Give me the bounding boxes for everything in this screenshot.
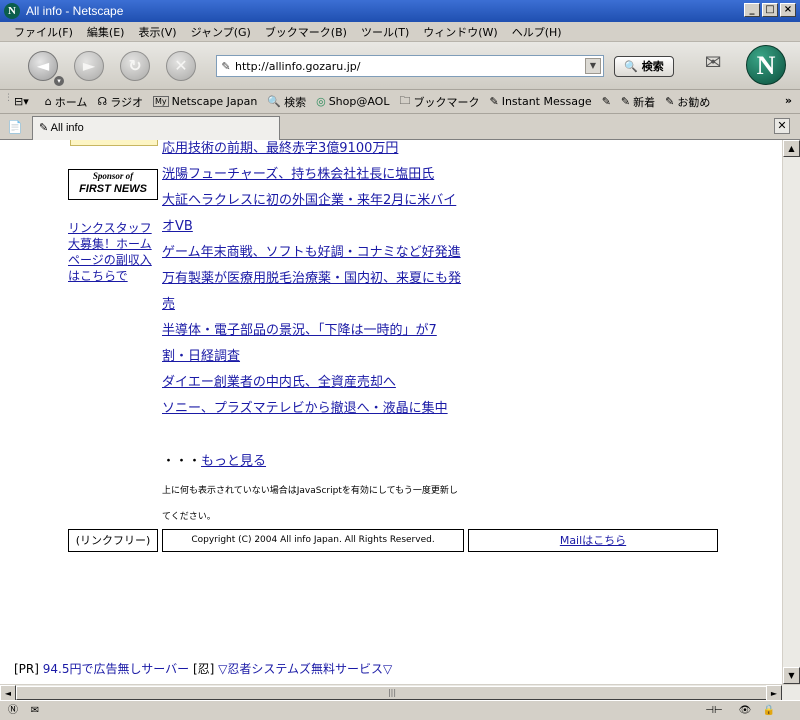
home-icon: ⌂ xyxy=(44,95,52,108)
back-history-dropdown[interactable]: ▾ xyxy=(54,76,64,86)
bookmark-unnamed[interactable]: ✎ xyxy=(602,95,611,108)
scroll-up-button[interactable]: ▲ xyxy=(783,140,800,157)
news-link[interactable]: ダイエー創業者の中内氏、全資産売却へ xyxy=(162,370,462,396)
toolbar-overflow-chevron[interactable]: » xyxy=(785,94,792,107)
bookmark-new[interactable]: ✎ 新着 xyxy=(621,94,655,110)
maximize-button[interactable]: □ xyxy=(762,3,778,17)
news-link[interactable]: 洸陽フューチャーズ、持ち株会社社長に塩田氏 xyxy=(162,162,462,188)
toolbar-grip-icon[interactable]: ⋮ xyxy=(4,93,14,111)
more-row: ・・・もっと見る xyxy=(162,454,267,469)
news-link[interactable]: 大証ヘラクレスに初の外国企業・来年2月に米バイオVB xyxy=(162,188,462,240)
window-title: All info - Netscape xyxy=(26,4,124,18)
window-controls: _ □ × xyxy=(744,3,796,17)
reload-button[interactable]: ↻ xyxy=(120,51,150,81)
tab-all-info[interactable]: ✎ All info xyxy=(32,116,280,140)
bookmark-netscape-japan[interactable]: My Netscape Japan xyxy=(152,95,257,108)
forward-arrow-icon: ► xyxy=(82,56,96,75)
stop-button[interactable]: ✕ xyxy=(166,51,196,81)
forward-button[interactable]: ► xyxy=(74,51,104,81)
page-proxy-icon: ✎ xyxy=(221,59,231,73)
pr-ad-line: [PR] 94.5円で広告無しサーバー [忍] ▽忍者システムズ無料サービス▽ xyxy=(14,662,393,676)
bookmark-icon: ✎ xyxy=(601,95,611,108)
personal-toolbar: ⋮ ⊟▾ ⌂ ホーム ☊ ラジオ My Netscape Japan 🔍 検索 … xyxy=(0,90,800,114)
bookmark-icon: ✎ xyxy=(489,95,499,108)
folder-icon: 🗀 xyxy=(399,94,411,107)
stop-icon: ✕ xyxy=(174,56,188,75)
url-bar: ✎ ▼ xyxy=(216,55,604,77)
scroll-right-button[interactable]: ► xyxy=(766,685,782,701)
bookmark-search[interactable]: 🔍 検索 xyxy=(267,94,306,110)
search-button[interactable]: 🔍 検索 xyxy=(614,56,674,77)
connection-icon: ⊣⊢ xyxy=(705,705,723,716)
minimize-button[interactable]: _ xyxy=(744,3,760,17)
my-netscape-icon: My xyxy=(152,96,169,107)
javascript-note: 上に何も表示されていない場合はJavaScriptを有効にしてもう一度更新してく… xyxy=(162,486,458,522)
mail-link[interactable]: Mailはこちら xyxy=(468,529,718,552)
news-link[interactable]: ソニー、プラズマテレビから撤退へ・液晶に集中 xyxy=(162,396,462,422)
more-link[interactable]: もっと見る xyxy=(201,454,266,469)
page-content: Sponsor of FIRST NEWS リンクスタッフ大募集！ホームページの… xyxy=(0,140,782,684)
url-history-dropdown[interactable]: ▼ xyxy=(585,58,601,74)
search-icon: 🔍 xyxy=(267,95,282,108)
pr-server-ad-link[interactable]: 94.5円で広告無しサーバー xyxy=(43,662,189,676)
banner-fragment xyxy=(70,140,158,146)
component-bar-icon[interactable]: ✉ xyxy=(26,703,44,719)
news-link[interactable]: 万有製薬が医療用脱毛治療薬・国内初、来夏にも発売 xyxy=(162,266,462,318)
menu-edit[interactable]: 編集(E) xyxy=(87,24,125,40)
bookmark-icon: ✎ xyxy=(620,95,631,108)
tab-list-button[interactable]: ⊟▾ xyxy=(14,95,29,108)
headphones-icon: ☊ xyxy=(97,95,108,108)
close-tab-button[interactable]: ✕ xyxy=(774,118,790,134)
mail-icon[interactable]: ✉ xyxy=(698,50,728,76)
menu-file[interactable]: ファイル(F) xyxy=(14,24,73,40)
bookmark-radio[interactable]: ☊ ラジオ xyxy=(97,94,143,110)
shop-icon: ◎ xyxy=(316,95,326,108)
search-icon: 🔍 xyxy=(624,60,638,73)
horizontal-scroll-thumb[interactable]: ||| xyxy=(16,686,768,700)
bookmark-shop-aol[interactable]: ◎ Shop@AOL xyxy=(316,95,389,108)
netscape-icon: N xyxy=(4,3,20,19)
menu-bar: ファイル(F) 編集(E) 表示(V) ジャンプ(G) ブックマーク(B) ツー… xyxy=(0,22,800,42)
menu-bookmarks[interactable]: ブックマーク(B) xyxy=(265,24,347,40)
footer: (リンクフリー) Copyright (C) 2004 All info Jap… xyxy=(68,529,718,552)
reload-icon: ↻ xyxy=(128,56,142,75)
news-list: 応用技術の前期、最終赤字3億9100万円 洸陽フューチャーズ、持ち株会社社長に塩… xyxy=(162,140,462,422)
news-link[interactable]: 半導体・電子部品の景況、「下降は一時的」が7割・日経調査 xyxy=(162,318,462,370)
bookmark-instant-message[interactable]: ✎ Instant Message xyxy=(489,95,591,108)
vertical-scrollbar[interactable]: ▲ ▼ xyxy=(782,140,800,684)
title-bar: N All info - Netscape _ □ × xyxy=(0,0,800,22)
bookmark-icon: ✎ xyxy=(39,122,49,134)
pr-ninja-services-link[interactable]: ▽忍者システムズ無料サービス▽ xyxy=(218,662,392,676)
status-bar: Ⓝ ✉ ⊣⊢ 👁 🔒 xyxy=(0,700,800,720)
bookmark-recommend[interactable]: ✎ お勧め xyxy=(665,94,710,110)
link-staff-recruit[interactable]: リンクスタッフ大募集！ホームページの副収入はこちらで xyxy=(68,220,160,284)
scroll-left-button[interactable]: ◄ xyxy=(0,685,16,701)
security-lock-icon[interactable]: 🔒 xyxy=(760,703,778,719)
bookmark-home[interactable]: ⌂ ホーム xyxy=(45,94,88,110)
new-tab-icon[interactable]: 📄 xyxy=(6,118,24,136)
sponsor-banner[interactable]: Sponsor of FIRST NEWS xyxy=(68,169,158,200)
copyright: Copyright (C) 2004 All info Japan. All R… xyxy=(162,529,464,552)
scroll-down-button[interactable]: ▼ xyxy=(783,667,800,684)
menu-window[interactable]: ウィンドウ(W) xyxy=(423,24,497,40)
link-free-label: (リンクフリー) xyxy=(68,529,158,552)
bookmarks-folder[interactable]: 🗀 ブックマーク xyxy=(399,92,479,111)
menu-help[interactable]: ヘルプ(H) xyxy=(512,24,562,40)
tab-bar: 📄 ✎ All info ✕ xyxy=(0,114,800,140)
menu-go[interactable]: ジャンプ(G) xyxy=(191,24,251,40)
news-link[interactable]: 応用技術の前期、最終赤字3億9100万円 xyxy=(162,140,462,162)
netscape-logo[interactable]: N xyxy=(746,45,786,85)
menu-tools[interactable]: ツール(T) xyxy=(361,24,409,40)
news-link[interactable]: ゲーム年末商戦、ソフトも好調・コナミなど好発進 xyxy=(162,240,462,266)
bookmark-icon: ✎ xyxy=(665,95,675,108)
navigation-toolbar: ◄ ▾ ► ↻ ✕ ✎ ▼ 🔍 検索 ✉ N xyxy=(0,42,800,90)
netscape-status-icon[interactable]: Ⓝ xyxy=(4,703,22,719)
back-arrow-icon: ◄ xyxy=(36,56,50,75)
url-input[interactable] xyxy=(235,57,579,75)
close-button[interactable]: × xyxy=(780,3,796,17)
menu-view[interactable]: 表示(V) xyxy=(138,24,176,40)
privacy-eye-icon[interactable]: 👁 xyxy=(736,703,754,719)
back-button[interactable]: ◄ xyxy=(28,51,58,81)
horizontal-scrollbar[interactable]: ◄ ||| ► xyxy=(0,684,800,701)
